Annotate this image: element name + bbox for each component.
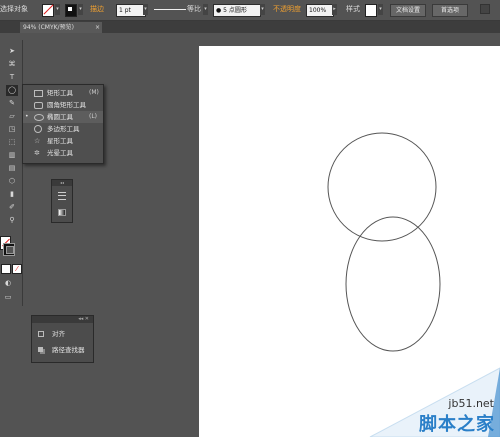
scale-tool-icon[interactable]: ◳ [6, 124, 18, 135]
arrange-documents-icon[interactable] [480, 4, 490, 14]
rectangle-tool-shortcut: (M) [89, 89, 99, 96]
close-tab-icon[interactable]: × [95, 22, 100, 33]
stroke-profile-preview[interactable]: 等比 [154, 4, 201, 15]
profile-dropdown-icon[interactable]: ▾ [203, 4, 208, 15]
polygon-tool-label: 多边形工具 [47, 125, 80, 133]
opacity-field[interactable]: 100% [306, 4, 334, 17]
ellipse-icon [34, 114, 44, 121]
shape-builder-tool-icon[interactable]: ⬡ [6, 176, 18, 187]
star-tool-label: 星形工具 [47, 137, 73, 145]
stroke-weight-dropdown-icon[interactable]: ▾ [143, 4, 148, 15]
color-mode-icon[interactable] [1, 264, 11, 274]
star-icon: ☆ [34, 137, 41, 145]
document-tab[interactable]: 94% (CMYK/预览) × [20, 22, 102, 33]
watermark-site: jb51.net [448, 397, 494, 410]
ellipse-tool-shortcut: (L) [89, 113, 98, 120]
draw-mode-icon[interactable]: ◐ [2, 278, 14, 289]
rectangle-icon [34, 90, 43, 97]
stroke-dropdown-icon[interactable]: ▾ [78, 4, 83, 15]
eyedropper-tool-icon[interactable]: ✐ [6, 202, 18, 213]
type-tool-icon[interactable]: T [6, 72, 18, 83]
eraser-tool-icon[interactable]: ▱ [6, 111, 18, 122]
align-pathfinder-panel: ◂◂ ✕ 对齐 路径查找器 [31, 315, 94, 363]
style-dropdown-icon[interactable]: ▾ [378, 4, 383, 15]
selection-tool-icon[interactable]: ➤ [6, 46, 18, 57]
ellipse-shape[interactable] [345, 216, 441, 352]
align-panel-item[interactable]: 对齐 [32, 328, 93, 340]
site-watermark: jb51.net 脚本之家 [360, 360, 500, 437]
fill-dropdown-icon[interactable]: ▾ [55, 4, 60, 15]
document-settings-button[interactable]: 文档设置 [390, 4, 426, 17]
flare-tool-item[interactable]: ✲ 光晕工具 [23, 147, 103, 159]
stroke-panel-icon[interactable] [58, 192, 66, 200]
style-swatch[interactable] [365, 4, 377, 17]
document-tab-title: 94% (CMYK/预览) [23, 24, 74, 31]
ellipse-tool-item[interactable]: • 椭圆工具 (L) [23, 111, 103, 123]
shape-tools-flyout: 矩形工具 (M) 圆角矩形工具 • 椭圆工具 (L) 多边形工具 ☆ 星形工具 … [22, 84, 104, 164]
stroke-color-box[interactable] [3, 243, 15, 256]
pathfinder-panel-item[interactable]: 路径查找器 [32, 344, 93, 356]
rectangle-tool-item[interactable]: 矩形工具 (M) [23, 87, 103, 99]
screen-mode-icon[interactable]: ▭ [2, 292, 14, 303]
perspective-grid-tool-icon[interactable]: ▥ [6, 150, 18, 161]
free-transform-tool-icon[interactable]: ⬚ [6, 137, 18, 148]
flare-icon: ✲ [34, 149, 40, 157]
align-icon [38, 331, 44, 337]
checkmark-icon: • [25, 113, 29, 120]
fill-swatch[interactable] [42, 4, 54, 17]
selection-status-label: 选择对象 [0, 5, 28, 13]
stroke-weight-field[interactable]: 1 pt [116, 4, 146, 17]
toolbox: ➤ ⌘ T ◯ ✎ ▱ ◳ ⬚ ▥ ▤ ⬡ ▮ ✐ ⚲ ⁄ ◐ ▭ [0, 40, 23, 306]
rounded-rectangle-tool-item[interactable]: 圆角矩形工具 [23, 99, 103, 111]
ellipse-tool-label: 椭圆工具 [47, 113, 73, 121]
lasso-tool-icon[interactable]: ⌘ [6, 59, 18, 70]
watermark-name: 脚本之家 [419, 414, 495, 435]
align-label: 对齐 [52, 330, 65, 338]
gradient-panel-icon[interactable] [58, 209, 66, 216]
rectangle-tool-label: 矩形工具 [47, 89, 73, 97]
stroke-swatch[interactable] [65, 4, 77, 17]
brush-dropdown-icon[interactable]: ▾ [260, 4, 265, 15]
collapsed-panel-dock: ◂◂ [51, 179, 73, 223]
stroke-profile-label: 等比 [187, 5, 201, 13]
rounded-rectangle-icon [34, 102, 43, 109]
brush-label: 5 点圆形 [223, 7, 247, 14]
rounded-rectangle-tool-label: 圆角矩形工具 [47, 101, 86, 109]
polygon-tool-item[interactable]: 多边形工具 [23, 123, 103, 135]
preferences-button[interactable]: 首选项 [432, 4, 468, 17]
control-bar: 选择对象 ▾ ▾ 描边 1 pt ▾ 等比 ▾ ● 5 点圆形 ▾ 不透明度 1… [0, 0, 500, 21]
collapse-panel-icon[interactable]: ◂◂ [52, 180, 72, 186]
stroke-label[interactable]: 描边 [90, 4, 104, 15]
polygon-icon [34, 125, 42, 133]
zoom-tool-icon[interactable]: ⚲ [6, 215, 18, 226]
paintbrush-tool-icon[interactable]: ✎ [6, 98, 18, 109]
pathfinder-label: 路径查找器 [52, 346, 85, 354]
opacity-dropdown-icon[interactable]: ▸ [332, 4, 337, 15]
panel-collapse-icon[interactable]: ◂◂ ✕ [32, 316, 93, 323]
star-tool-item[interactable]: ☆ 星形工具 [23, 135, 103, 147]
brush-definition-field[interactable]: ● 5 点圆形 [213, 4, 261, 17]
document-tab-bar: 94% (CMYK/预览) × [0, 21, 500, 33]
pathfinder-icon [38, 347, 43, 352]
ellipse-tool-icon[interactable]: ◯ [6, 85, 18, 96]
circle-shape[interactable] [327, 132, 437, 242]
none-mode-icon[interactable]: ⁄ [12, 264, 22, 274]
gradient-tool-icon[interactable]: ▤ [6, 163, 18, 174]
graph-tool-icon[interactable]: ▮ [6, 189, 18, 200]
flare-tool-label: 光晕工具 [47, 149, 73, 157]
style-label: 样式 [346, 5, 360, 13]
opacity-label[interactable]: 不透明度 [273, 4, 301, 15]
